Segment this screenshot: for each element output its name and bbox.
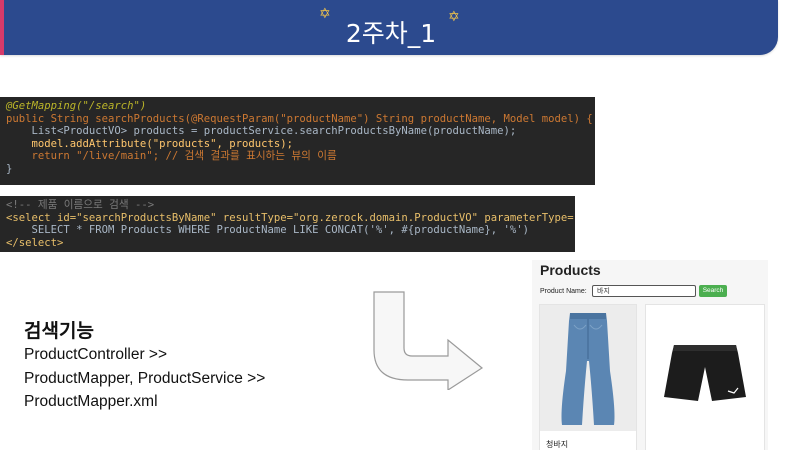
- shorts-icon: [664, 345, 746, 401]
- bent-arrow-icon: [373, 291, 484, 390]
- code-line: model.addAttribute("products", products)…: [6, 137, 294, 150]
- code-line: public String searchProducts(@RequestPar…: [6, 112, 593, 125]
- product-card[interactable]: [645, 304, 765, 450]
- slide-title: 2주차_1: [345, 19, 437, 48]
- feature-line: ProductMapper, ProductService >>: [24, 370, 266, 387]
- product-image: [540, 305, 636, 431]
- feature-line: ProductMapper.xml: [24, 393, 158, 410]
- star-icon: ✡: [448, 8, 460, 24]
- code-line: </select>: [6, 236, 64, 249]
- search-input[interactable]: 바지: [592, 285, 696, 297]
- code-line: return "/live/main"; // 검색 결과를 표시하는 뷰의 이…: [6, 150, 337, 163]
- jeans-icon: [561, 313, 615, 425]
- product-card[interactable]: 청바지: [539, 304, 637, 450]
- feature-line: ProductController >>: [24, 346, 168, 363]
- code-line: <!-- 제품 이름으로 검색 -->: [6, 199, 155, 211]
- controller-code-block: @GetMapping("/search") public String sear…: [0, 97, 595, 185]
- feature-heading: 검색기능: [24, 320, 94, 342]
- code-line: <select id="searchProductsByName" result…: [6, 211, 575, 224]
- search-label: Product Name:: [540, 288, 587, 295]
- code-line: }: [6, 162, 13, 175]
- products-page-screenshot: Products Product Name: 바지 Search 청바지: [532, 260, 768, 450]
- code-line: SELECT * FROM Products WHERE ProductName…: [6, 224, 530, 237]
- search-button[interactable]: Search: [699, 285, 727, 297]
- product-name: 청바지: [546, 440, 569, 449]
- code-line: @GetMapping("/search"): [6, 100, 147, 112]
- code-line: List<ProductVO> products = productServic…: [6, 125, 517, 138]
- products-title: Products: [540, 262, 601, 278]
- title-banner: ✡ 2주차_1 ✡: [0, 0, 778, 55]
- mapper-code-block: <!-- 제품 이름으로 검색 --> <select id="searchPro…: [0, 196, 575, 252]
